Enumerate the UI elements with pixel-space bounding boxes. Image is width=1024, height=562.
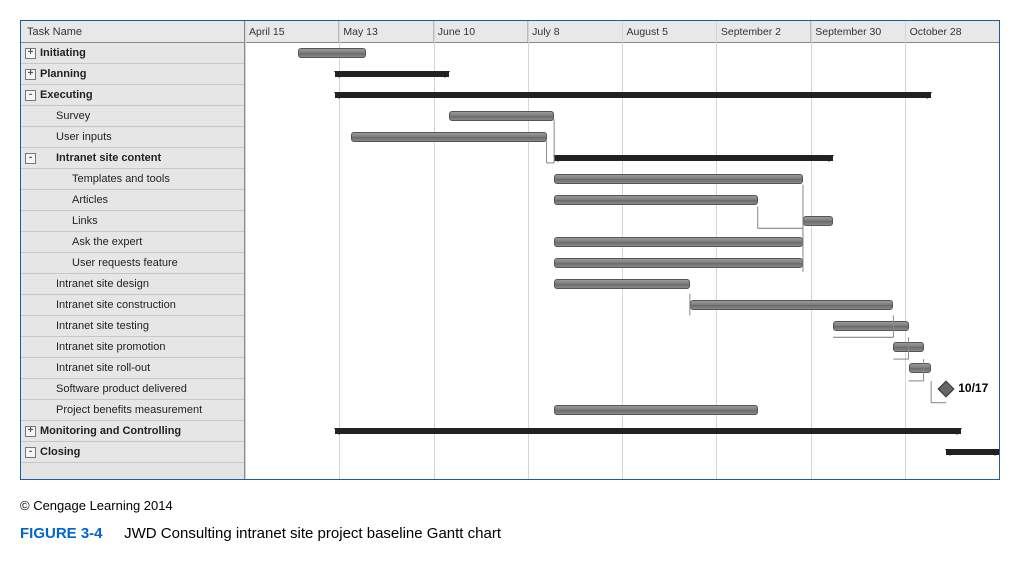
task-row: Intranet site promotion xyxy=(21,337,244,358)
timeline-tick: September 2 xyxy=(716,21,810,42)
task-row: Links xyxy=(21,211,244,232)
task-row: -Closing xyxy=(21,442,244,463)
summary-bar xyxy=(335,92,931,98)
task-row: Ask the expert xyxy=(21,232,244,253)
task-row: Templates and tools xyxy=(21,169,244,190)
task-label: Intranet site content xyxy=(56,152,161,164)
task-label: Executing xyxy=(40,89,93,101)
task-bar xyxy=(803,216,833,226)
task-label: User requests feature xyxy=(72,257,178,269)
task-bar xyxy=(554,279,690,289)
gantt-chart: Task Name +Initiating+Planning-Executing… xyxy=(20,20,1000,480)
figure-label: FIGURE 3-4 xyxy=(20,525,103,542)
timeline-tick: September 30 xyxy=(810,21,904,42)
task-bar xyxy=(298,48,366,58)
task-row: Software product delivered xyxy=(21,379,244,400)
task-row: + Planning xyxy=(21,64,244,85)
task-bar xyxy=(833,321,908,331)
figure-title: JWD Consulting intranet site project bas… xyxy=(124,525,501,542)
task-label: Intranet site testing xyxy=(56,320,149,332)
task-row: Intranet site design xyxy=(21,274,244,295)
summary-bar xyxy=(946,449,999,455)
task-label: Intranet site design xyxy=(56,278,149,290)
milestone-diamond-icon xyxy=(938,381,955,398)
task-label: Intranet site roll-out xyxy=(56,362,150,374)
task-bar xyxy=(554,174,803,184)
task-label: Software product delivered xyxy=(56,383,187,395)
figure-caption: © Cengage Learning 2014 FIGURE 3-4 JWD C… xyxy=(20,498,1004,542)
timeline-tick: April 15 xyxy=(245,21,338,42)
task-row: User requests feature xyxy=(21,253,244,274)
task-bar xyxy=(909,363,932,373)
task-label: Ask the expert xyxy=(72,236,142,248)
task-label: Initiating xyxy=(40,47,86,59)
summary-bar xyxy=(554,155,833,161)
task-bar xyxy=(554,405,758,415)
task-name-column: Task Name +Initiating+Planning-Executing… xyxy=(21,21,245,479)
task-label: Intranet site promotion xyxy=(56,341,165,353)
task-bar xyxy=(690,300,894,310)
task-label: Project benefits measurement xyxy=(56,404,202,416)
task-row: - Intranet site content xyxy=(21,148,244,169)
summary-bar xyxy=(335,71,448,77)
task-label: Articles xyxy=(72,194,108,206)
copyright-text: © Cengage Learning 2014 xyxy=(20,498,1004,513)
gantt-bars-area: 10/17 xyxy=(245,43,999,479)
task-label: Survey xyxy=(56,110,90,122)
task-row: Intranet site testing xyxy=(21,316,244,337)
task-row: Intranet site roll-out xyxy=(21,358,244,379)
collapse-icon[interactable]: - xyxy=(25,153,36,164)
timeline-tick: May 13 xyxy=(338,21,432,42)
timeline-tick: October 28 xyxy=(905,21,999,42)
task-label: Templates and tools xyxy=(72,173,170,185)
task-row: Intranet site construction xyxy=(21,295,244,316)
timeline-tick: August 5 xyxy=(622,21,716,42)
task-row: Articles xyxy=(21,190,244,211)
task-bar xyxy=(449,111,555,121)
expand-icon[interactable]: + xyxy=(25,69,36,80)
task-row: Project benefits measurement xyxy=(21,400,244,421)
task-label: User inputs xyxy=(56,131,112,143)
expand-icon[interactable]: + xyxy=(25,426,36,437)
task-label: Links xyxy=(72,215,98,227)
task-row: + Initiating xyxy=(21,43,244,64)
collapse-icon[interactable]: - xyxy=(25,90,36,101)
task-bar xyxy=(554,237,803,247)
task-label: Closing xyxy=(40,446,80,458)
task-label: Intranet site construction xyxy=(56,299,176,311)
task-bar xyxy=(554,195,758,205)
task-row: User inputs xyxy=(21,127,244,148)
expand-icon[interactable]: + xyxy=(25,48,36,59)
task-name-header-label: Task Name xyxy=(27,26,82,38)
task-row: + Monitoring and Controlling xyxy=(21,421,244,442)
task-label: Monitoring and Controlling xyxy=(40,425,181,437)
task-label: Planning xyxy=(40,68,86,80)
task-bar xyxy=(351,132,547,142)
milestone-label: 10/17 xyxy=(958,381,988,395)
task-name-header: Task Name xyxy=(21,21,244,43)
task-bar xyxy=(893,342,923,352)
task-row: -Executing xyxy=(21,85,244,106)
timeline-tick: June 10 xyxy=(433,21,527,42)
timeline-area: April 15May 13June 10July 8August 5Septe… xyxy=(245,21,999,479)
collapse-icon[interactable]: - xyxy=(25,447,36,458)
summary-bar xyxy=(335,428,961,434)
task-bar xyxy=(554,258,803,268)
task-row: Survey xyxy=(21,106,244,127)
timeline-tick: July 8 xyxy=(527,21,621,42)
